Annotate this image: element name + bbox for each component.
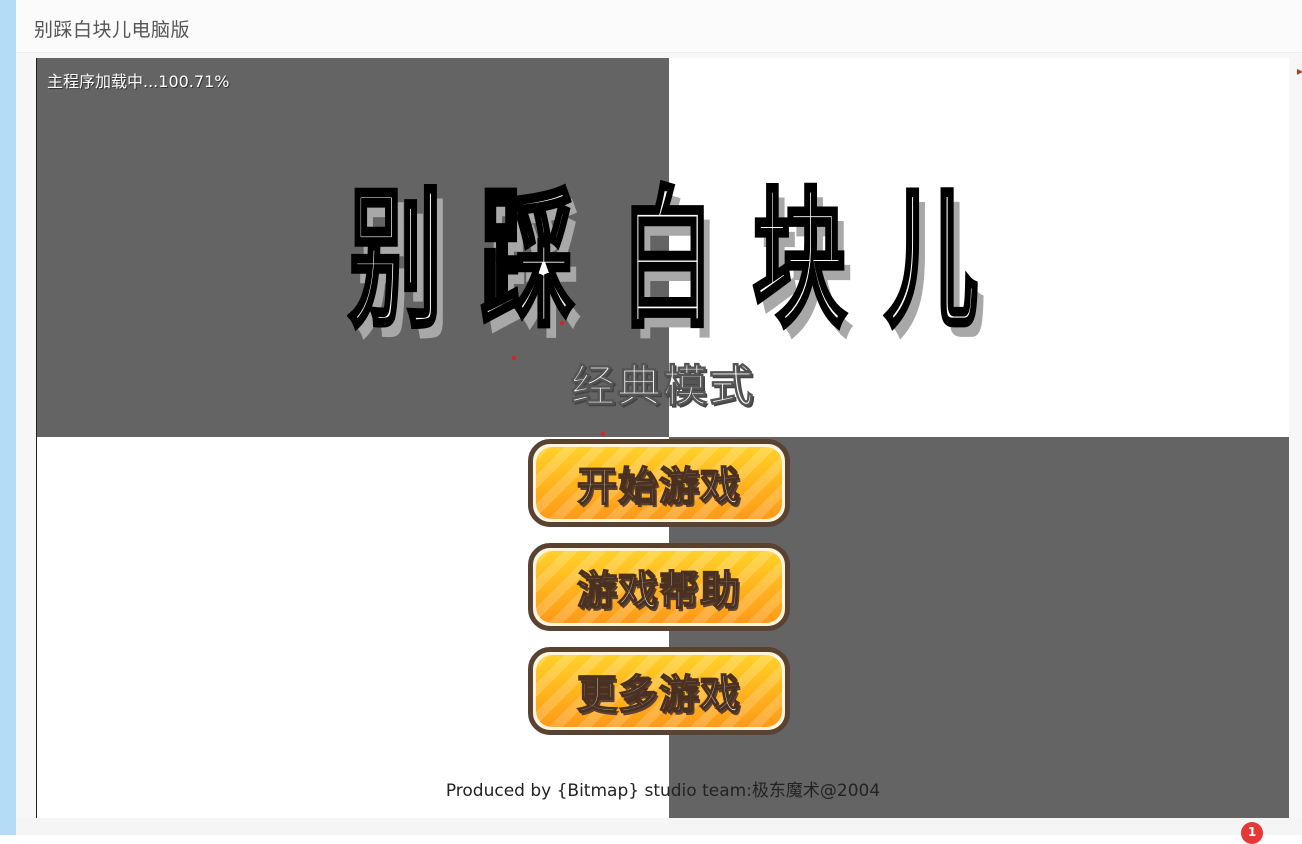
page-title: 别踩白块儿电脑版 [34,19,191,41]
left-side-strip [0,0,16,835]
start-game-button-label: 开始游戏 [536,447,782,519]
loading-progress-text: 主程序加载中...100.71% [47,72,230,91]
credits-text: Produced by {Bitmap} studio team:极东魔术@20… [445,781,881,801]
edge-marker: ▸ [1297,64,1302,78]
game-canvas[interactable]: 主程序加载中...100.71% 别 踩 白 块 儿 经典模式 开始游戏 游戏帮… [36,58,1289,818]
game-mode-label: 经典模式 [571,361,755,413]
more-games-button-label: 更多游戏 [536,655,782,727]
logo-char-1: 别 [347,174,443,349]
game-help-button-label: 游戏帮助 [536,551,782,623]
red-dot [560,321,564,325]
red-dot [512,356,516,360]
game-help-button[interactable]: 游戏帮助 [528,543,790,631]
game-logo: 别 踩 白 块 儿 [347,174,989,349]
logo-char-4: 块 [751,174,847,349]
logo-char-5: 儿 [883,174,979,349]
logo-char-3: 白 [619,174,715,349]
bottom-bar [16,818,1302,835]
page-header [16,0,1302,53]
start-game-button[interactable]: 开始游戏 [528,439,790,527]
notification-badge[interactable]: 1 [1241,822,1263,844]
more-games-button[interactable]: 更多游戏 [528,647,790,735]
red-dot [601,432,605,436]
